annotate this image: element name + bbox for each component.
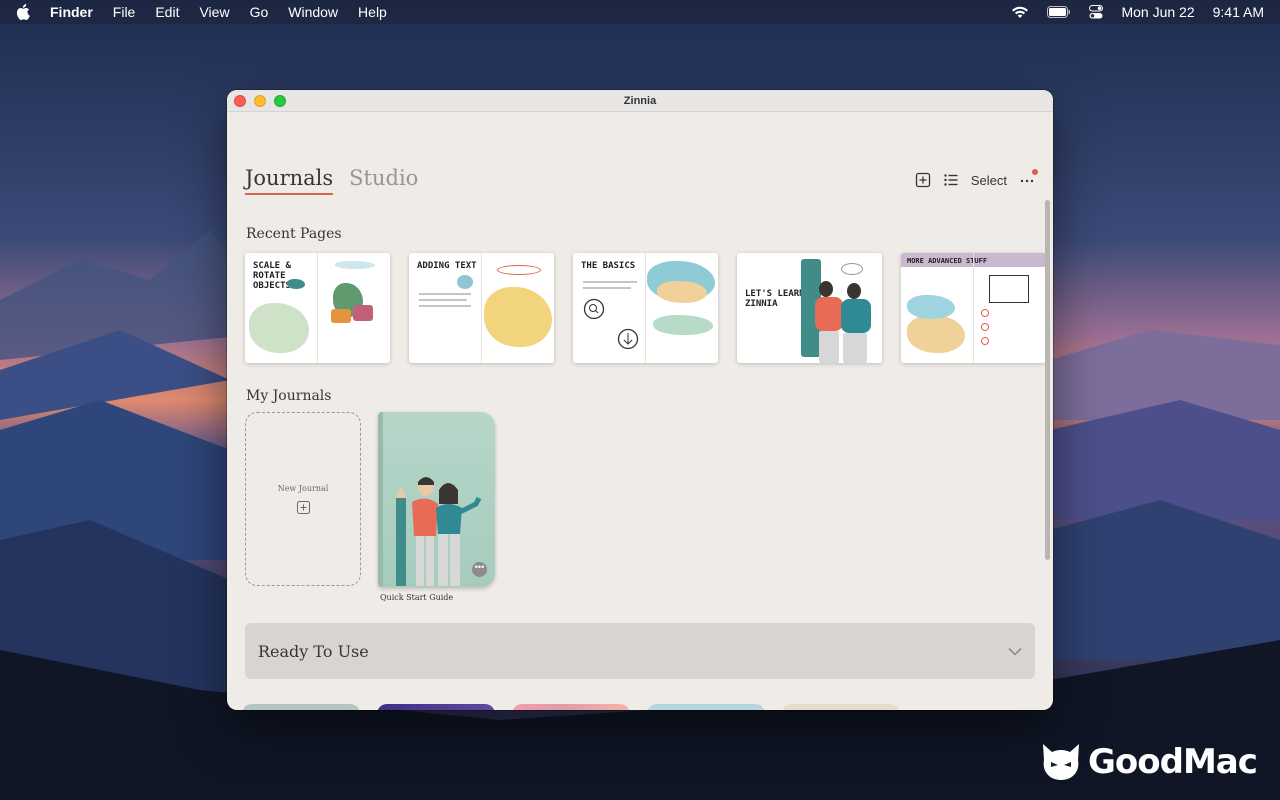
recent-pages-list: SCALE & ROTATE OBJECTS ADDING TEXT THE B…: [245, 253, 1046, 363]
menu-edit[interactable]: Edit: [155, 4, 179, 20]
menu-window[interactable]: Window: [288, 4, 338, 20]
add-icon[interactable]: [915, 172, 931, 188]
recent-pages-heading: Recent Pages: [246, 226, 342, 242]
new-journal-button[interactable]: New Journal: [245, 412, 361, 586]
control-center-icon[interactable]: [1089, 5, 1104, 19]
recent-page-thumbnail[interactable]: LET'S LEARN ZINNIA: [737, 253, 882, 363]
page-title: THE BASICS: [581, 261, 636, 271]
window-content: Journals Studio Select Recent Pages SCAL…: [227, 112, 1053, 710]
tab-journals[interactable]: Journals: [245, 166, 334, 195]
window-title: Zinnia: [623, 94, 657, 107]
recent-page-thumbnail[interactable]: ADDING TEXT: [409, 253, 554, 363]
menu-time[interactable]: 9:41 AM: [1213, 4, 1264, 20]
menu-help[interactable]: Help: [358, 4, 387, 20]
template-cover[interactable]: [512, 704, 630, 710]
title-bar[interactable]: Zinnia: [227, 90, 1053, 112]
menu-view[interactable]: View: [199, 4, 229, 20]
menu-date[interactable]: Mon Jun 22: [1121, 4, 1194, 20]
page-title: LET'S LEARN ZINNIA: [745, 289, 805, 309]
template-cover[interactable]: [647, 704, 765, 710]
journal-name[interactable]: Quick Start Guide: [380, 593, 453, 602]
zinnia-window: Zinnia Journals Studio Select Recent Pag…: [227, 90, 1053, 710]
journal-more-button[interactable]: •••: [472, 562, 487, 577]
chevron-down-icon[interactable]: [1008, 647, 1022, 656]
journal-cover-quick-start-guide[interactable]: •••: [378, 412, 495, 587]
menu-bar: Finder File Edit View Go Window Help Mon…: [0, 0, 1280, 24]
recent-page-thumbnail[interactable]: MORE ADVANCED STUFF: [901, 253, 1046, 363]
new-journal-label: New Journal: [277, 484, 329, 493]
my-journals-heading: My Journals: [246, 388, 332, 404]
goodmac-watermark: GoodMac: [1040, 742, 1258, 782]
select-button[interactable]: Select: [971, 173, 1007, 188]
ready-to-use-covers: 2026-2027: [242, 704, 900, 710]
apple-logo-icon[interactable]: [16, 4, 30, 20]
ready-to-use-label: Ready To Use: [258, 641, 369, 661]
notification-dot: [1032, 169, 1038, 175]
template-cover[interactable]: 2026-2027: [242, 704, 360, 710]
recent-page-thumbnail[interactable]: THE BASICS: [573, 253, 718, 363]
ready-to-use-section[interactable]: Ready To Use: [245, 623, 1035, 679]
goodmac-brand: GoodMac: [1088, 742, 1258, 782]
menu-app-name[interactable]: Finder: [50, 4, 93, 20]
list-view-icon[interactable]: [943, 172, 959, 188]
template-cover[interactable]: [782, 704, 900, 710]
add-icon: [296, 501, 310, 514]
battery-icon[interactable]: [1047, 6, 1071, 18]
page-title: ADDING TEXT: [417, 261, 477, 271]
recent-page-thumbnail[interactable]: SCALE & ROTATE OBJECTS: [245, 253, 390, 363]
more-menu-button[interactable]: [1019, 169, 1038, 188]
scrollbar[interactable]: [1045, 200, 1050, 560]
wifi-icon[interactable]: [1011, 6, 1029, 19]
menu-go[interactable]: Go: [250, 4, 269, 20]
tab-studio[interactable]: Studio: [349, 166, 418, 190]
journal-illustration: [396, 477, 482, 586]
tab-bar: Journals Studio: [245, 166, 418, 195]
goodmac-logo-icon: [1043, 744, 1079, 780]
toolbar: Select: [915, 169, 1038, 188]
page-title: MORE ADVANCED STUFF: [907, 257, 988, 265]
menu-file[interactable]: File: [113, 4, 136, 20]
template-cover[interactable]: [377, 704, 495, 710]
